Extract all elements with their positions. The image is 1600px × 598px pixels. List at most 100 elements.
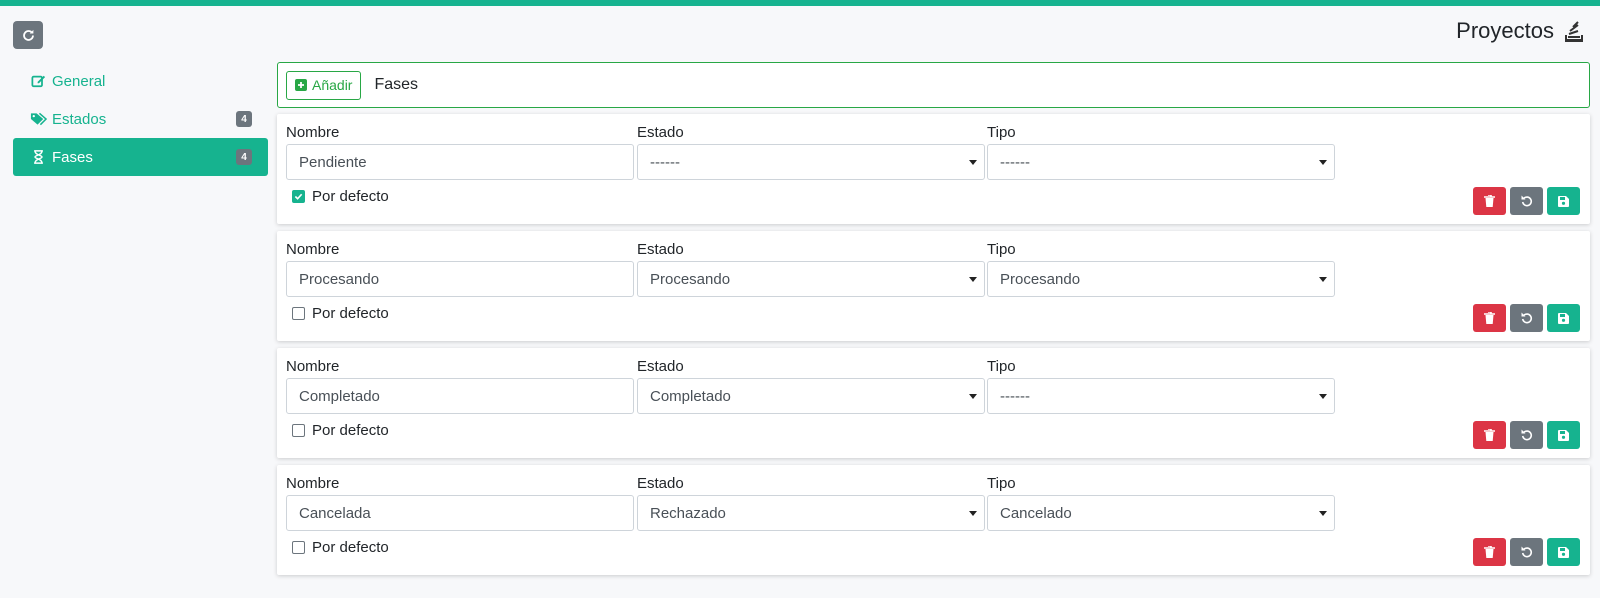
top-accent-bar	[0, 0, 1600, 6]
type-select[interactable]: Procesando	[987, 261, 1335, 297]
default-checkbox-row: Por defecto	[292, 539, 389, 556]
default-checkbox-row: Por defecto	[292, 188, 389, 205]
page-title: Proyectos	[1456, 18, 1584, 44]
undo-icon	[1521, 312, 1532, 324]
type-select-value: ------	[1000, 387, 1030, 405]
type-label: Tipo	[987, 241, 1016, 258]
default-label: Por defecto	[312, 188, 389, 205]
sidebar-item-label: Estados	[52, 110, 107, 128]
caret-down-icon	[1319, 160, 1327, 165]
save-icon	[1558, 546, 1569, 558]
sidebar-item-general[interactable]: General	[13, 62, 268, 100]
default-checkbox-row: Por defecto	[292, 305, 389, 322]
undo-button[interactable]	[1510, 304, 1543, 332]
refresh-icon	[22, 29, 34, 41]
name-input[interactable]	[286, 144, 634, 180]
sidebar-item-fases[interactable]: Fases 4	[13, 138, 268, 176]
save-icon	[1558, 195, 1569, 207]
caret-down-icon	[1319, 394, 1327, 399]
undo-button[interactable]	[1510, 538, 1543, 566]
type-select-value: ------	[1000, 153, 1030, 171]
type-select[interactable]: ------	[987, 378, 1335, 414]
name-label: Nombre	[286, 241, 340, 258]
row-actions	[1473, 187, 1580, 215]
phase-card: Nombre Estado Completado Tipo ------ Por defe…	[277, 348, 1590, 458]
state-label: Estado	[637, 475, 684, 492]
state-select-value: ------	[650, 153, 680, 171]
phase-card: Nombre Estado Rechazado Tipo Cancelado Por de…	[277, 465, 1590, 575]
delete-button[interactable]	[1473, 187, 1506, 215]
save-icon	[1558, 312, 1569, 324]
save-button[interactable]	[1547, 538, 1580, 566]
undo-icon	[1521, 195, 1532, 207]
state-select-value: Rechazado	[650, 504, 726, 522]
name-input[interactable]	[286, 261, 634, 297]
state-select[interactable]: ------	[637, 144, 985, 180]
add-button-label: Añadir	[312, 77, 353, 93]
caret-down-icon	[969, 511, 977, 516]
state-select-value: Procesando	[650, 270, 731, 288]
hourglass-icon	[29, 149, 47, 165]
caret-down-icon	[969, 160, 977, 165]
delete-button[interactable]	[1473, 304, 1506, 332]
main-content: Añadir Fases Nombre Estado ------ Tipo -----…	[277, 62, 1590, 575]
undo-button[interactable]	[1510, 421, 1543, 449]
name-label: Nombre	[286, 475, 340, 492]
type-select-value: Procesando	[1000, 270, 1081, 288]
refresh-button[interactable]	[13, 21, 43, 49]
count-badge: 4	[236, 149, 252, 165]
caret-down-icon	[969, 277, 977, 282]
trash-icon	[1484, 195, 1495, 207]
state-label: Estado	[637, 241, 684, 258]
type-label: Tipo	[987, 475, 1016, 492]
save-button[interactable]	[1547, 421, 1580, 449]
type-select[interactable]: Cancelado	[987, 495, 1335, 531]
type-label: Tipo	[987, 358, 1016, 375]
undo-icon	[1521, 546, 1532, 558]
state-label: Estado	[637, 358, 684, 375]
type-select-value: Cancelado	[1000, 504, 1072, 522]
row-actions	[1473, 538, 1580, 566]
default-checkbox[interactable]	[292, 307, 305, 320]
state-label: Estado	[637, 124, 684, 141]
check-icon	[294, 193, 303, 200]
name-label: Nombre	[286, 124, 340, 141]
type-select[interactable]: ------	[987, 144, 1335, 180]
default-label: Por defecto	[312, 539, 389, 556]
name-input[interactable]	[286, 495, 634, 531]
sidebar-item-estados[interactable]: Estados 4	[13, 100, 268, 138]
tags-icon	[29, 111, 47, 127]
caret-down-icon	[969, 394, 977, 399]
default-checkbox[interactable]	[292, 190, 305, 203]
default-checkbox-row: Por defecto	[292, 422, 389, 439]
default-checkbox[interactable]	[292, 541, 305, 554]
name-input[interactable]	[286, 378, 634, 414]
state-select[interactable]: Completado	[637, 378, 985, 414]
default-checkbox[interactable]	[292, 424, 305, 437]
trash-icon	[1484, 312, 1495, 324]
count-badge: 4	[236, 111, 252, 127]
sidebar: General Estados 4 Fases 4	[13, 62, 268, 176]
save-button[interactable]	[1547, 304, 1580, 332]
edit-icon	[29, 73, 47, 89]
state-select[interactable]: Rechazado	[637, 495, 985, 531]
add-button[interactable]: Añadir	[286, 70, 362, 100]
row-actions	[1473, 304, 1580, 332]
undo-button[interactable]	[1510, 187, 1543, 215]
phase-card: Nombre Estado ------ Tipo ------ Por defecto	[277, 114, 1590, 224]
state-select-value: Completado	[650, 387, 731, 405]
phase-card: Nombre Estado Procesando Tipo Procesando Por …	[277, 231, 1590, 341]
delete-button[interactable]	[1473, 421, 1506, 449]
default-label: Por defecto	[312, 305, 389, 322]
state-select[interactable]: Procesando	[637, 261, 985, 297]
trash-icon	[1484, 429, 1495, 441]
section-label: Fases	[374, 76, 419, 93]
undo-icon	[1521, 429, 1532, 441]
name-label: Nombre	[286, 358, 340, 375]
sidebar-item-label: Fases	[52, 148, 93, 166]
delete-button[interactable]	[1473, 538, 1506, 566]
add-bar: Añadir Fases	[277, 62, 1590, 108]
plus-square-icon	[295, 79, 307, 91]
save-button[interactable]	[1547, 187, 1580, 215]
sidebar-item-label: General	[52, 72, 106, 90]
